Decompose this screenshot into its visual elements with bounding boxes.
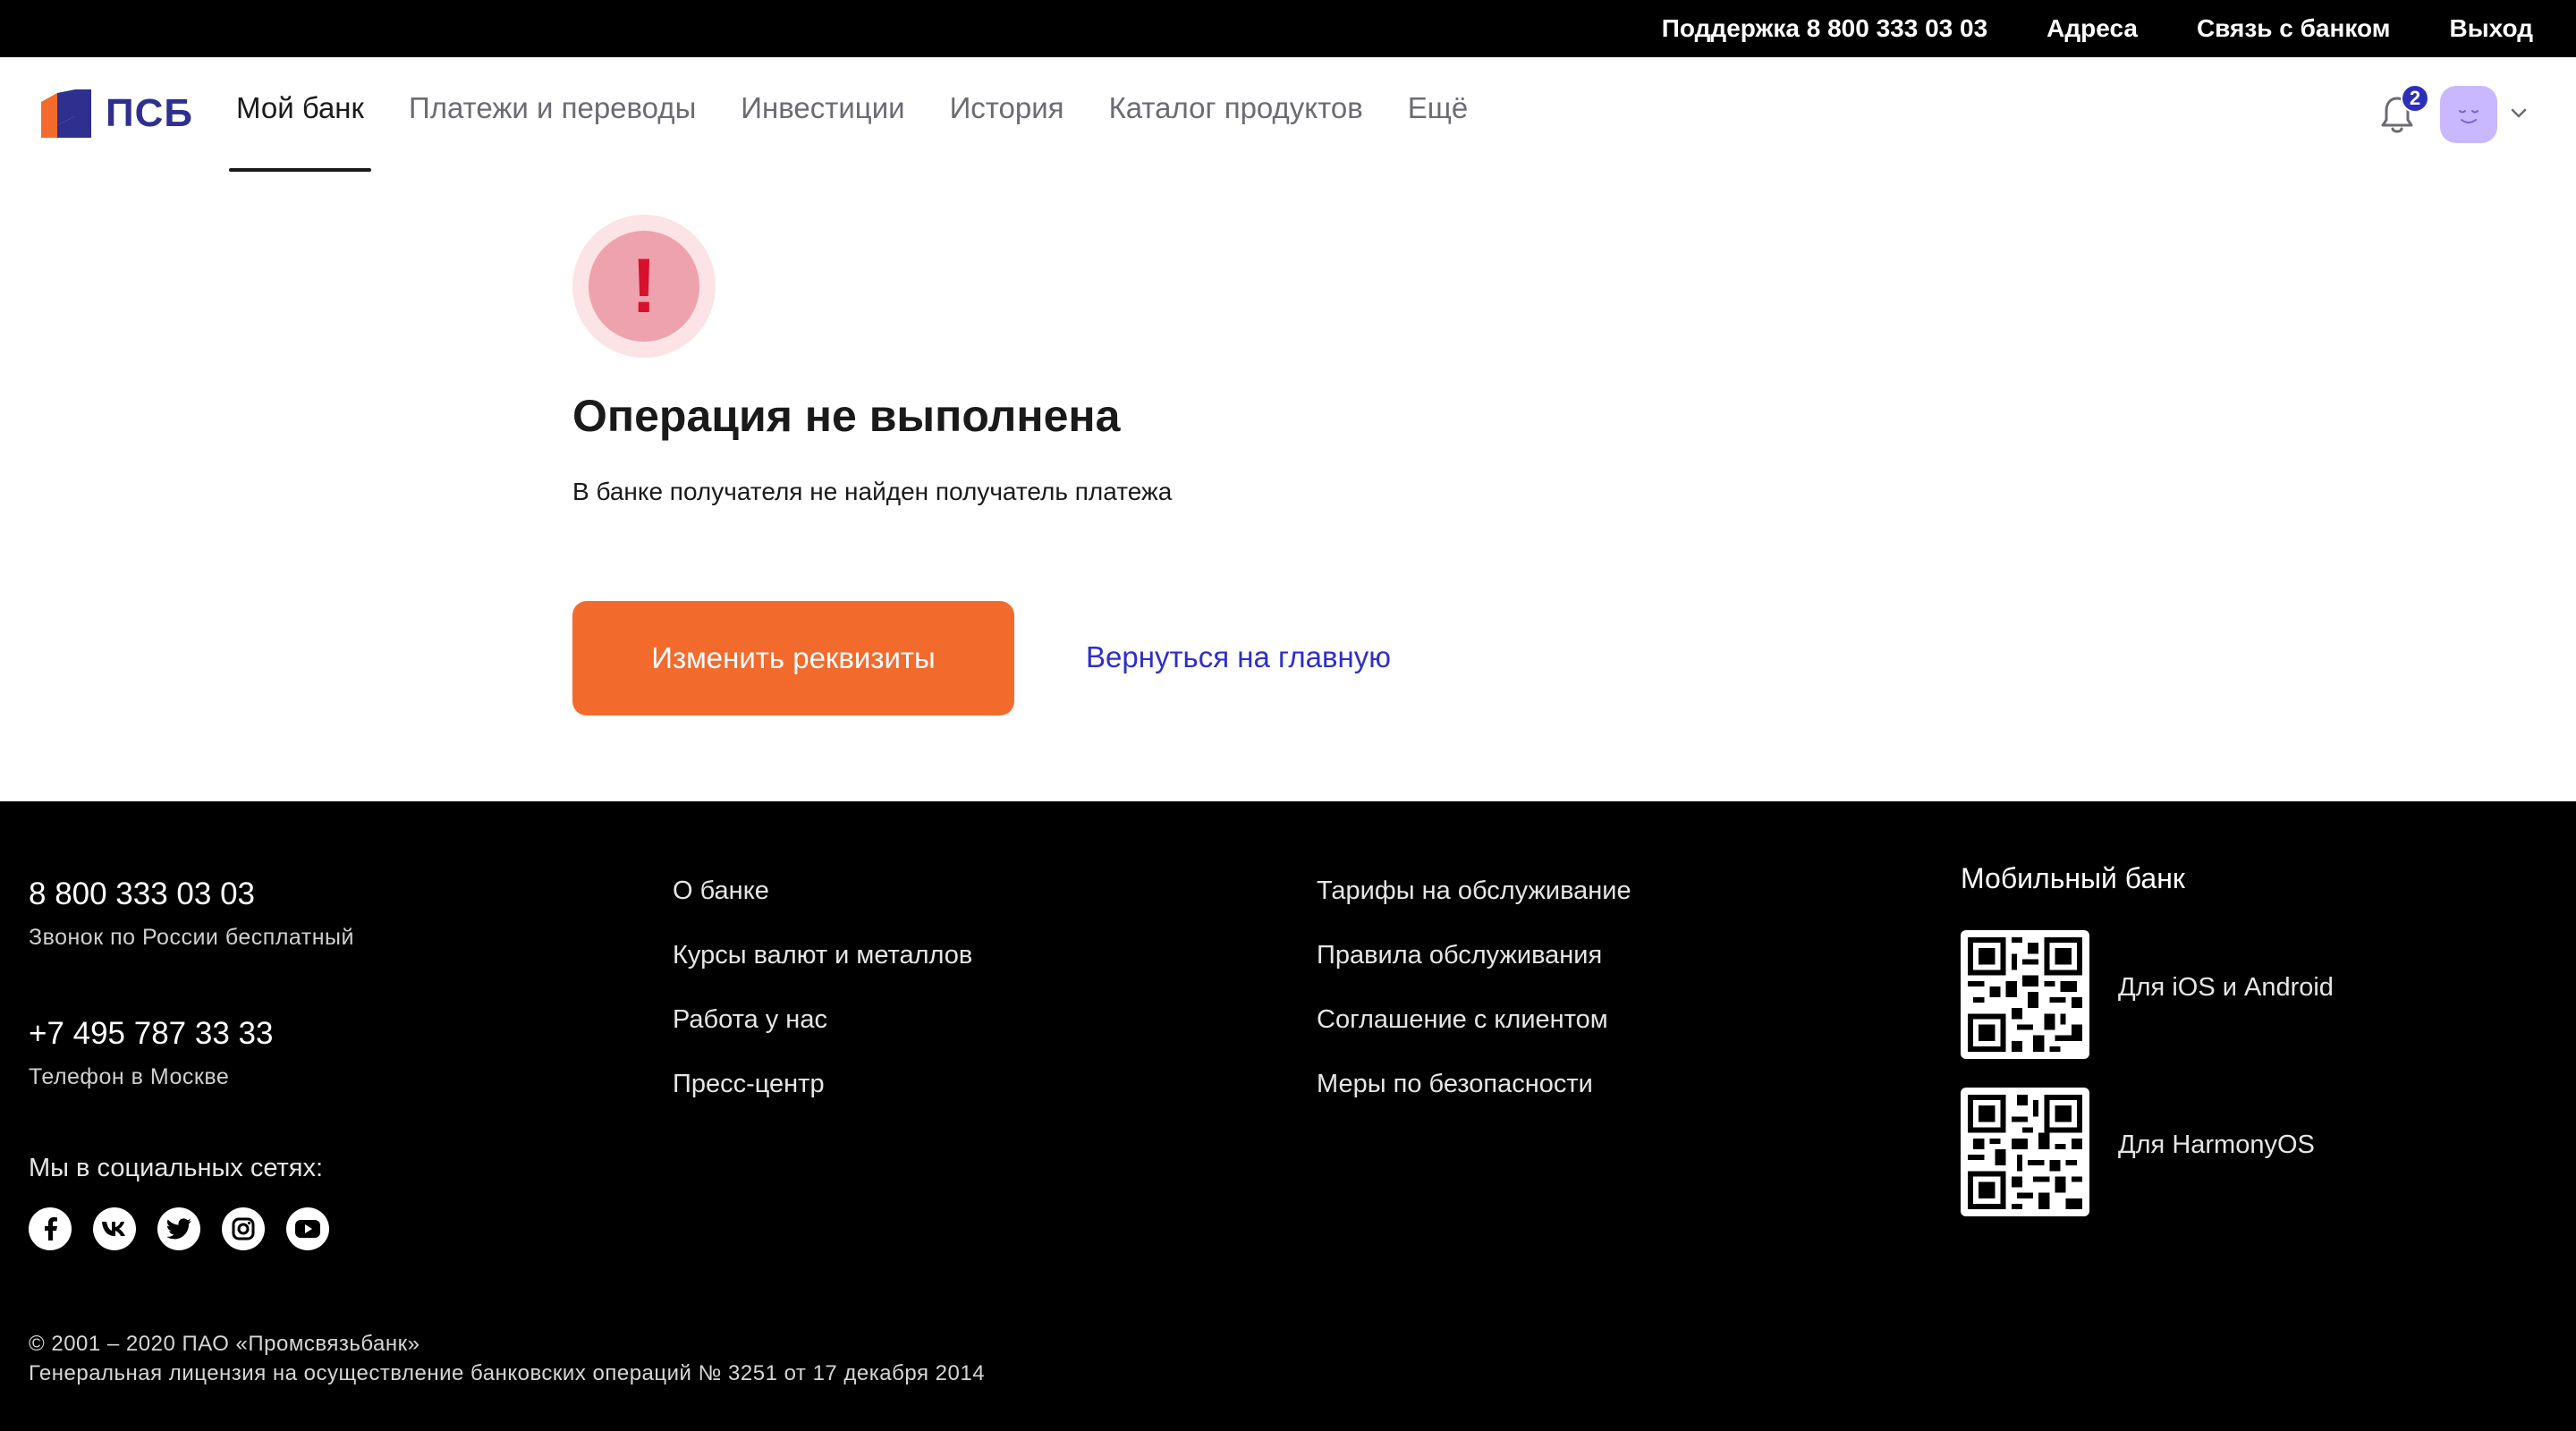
footer-links-column-1: О банке Курсы валют и металлов Работа у …	[673, 875, 972, 1100]
facebook-icon[interactable]	[29, 1207, 72, 1250]
smile-face-icon	[2459, 110, 2479, 123]
psb-logo-icon	[41, 89, 91, 138]
support-phone-link[interactable]: Поддержка 8 800 333 03 03	[1662, 14, 1987, 43]
qr-code-ios-android[interactable]	[1961, 930, 2089, 1059]
footer-phone-moscow[interactable]: +7 495 787 33 33	[29, 1016, 273, 1052]
nav-my-bank[interactable]: Мой банк	[229, 91, 371, 172]
footer-phone-russia-note: Звонок по России бесплатный	[29, 925, 354, 950]
footer-link-agreement[interactable]: Соглашение с клиентом	[1317, 1003, 1631, 1036]
qr-code-harmonyos[interactable]	[1961, 1088, 2089, 1216]
vk-icon[interactable]	[93, 1207, 136, 1250]
footer-link-press[interactable]: Пресс-центр	[673, 1068, 972, 1100]
footer-phone-moscow-note: Телефон в Москве	[29, 1064, 230, 1089]
footer-phone-russia[interactable]: 8 800 333 03 03	[29, 876, 255, 912]
avatar[interactable]	[2440, 86, 2497, 143]
nav-payments[interactable]: Платежи и переводы	[409, 91, 696, 172]
logo-text: ПСБ	[106, 91, 194, 135]
footer: 8 800 333 03 03 Звонок по России бесплат…	[0, 801, 2576, 1431]
mobile-bank-title: Мобильный банк	[1961, 862, 2185, 894]
error-title: Операция не выполнена	[572, 391, 1121, 441]
footer-link-careers[interactable]: Работа у нас	[673, 1003, 972, 1036]
social-title: Мы в социальных сетях:	[29, 1154, 324, 1182]
footer-link-security[interactable]: Меры по безопасности	[1317, 1068, 1631, 1100]
contact-bank-link[interactable]: Связь с банком	[2197, 14, 2391, 43]
back-to-home-link[interactable]: Вернуться на главную	[1086, 640, 1391, 674]
nav-investments[interactable]: Инвестиции	[741, 91, 904, 172]
copyright-line-2: Генеральная лицензия на осуществление ба…	[29, 1361, 986, 1385]
twitter-icon[interactable]	[157, 1207, 200, 1250]
top-bar: Поддержка 8 800 333 03 03 Адреса Связь с…	[0, 0, 2576, 57]
chevron-down-icon[interactable]	[2508, 102, 2529, 123]
addresses-link[interactable]: Адреса	[2046, 14, 2138, 43]
copyright-line-1: © 2001 – 2020 ПАО «Промсвязьбанк»	[29, 1332, 420, 1356]
nav-catalog[interactable]: Каталог продуктов	[1109, 91, 1363, 172]
error-description: В банке получателя не найден получатель …	[572, 478, 1173, 505]
notification-badge: 2	[2401, 84, 2429, 113]
instagram-icon[interactable]	[222, 1207, 265, 1250]
qr-label-harmonyos: Для HarmonyOS	[2118, 1130, 2315, 1159]
copyright: © 2001 – 2020 ПАО «Промсвязьбанк» Генера…	[29, 1329, 985, 1388]
footer-link-about[interactable]: О банке	[673, 875, 972, 907]
qr-label-ios-android: Для iOS и Android	[2118, 973, 2334, 1002]
change-details-button[interactable]: Изменить реквизиты	[572, 601, 1014, 716]
footer-link-tariffs[interactable]: Тарифы на обслуживание	[1317, 875, 1631, 907]
psb-logo[interactable]: ПСБ	[41, 89, 193, 138]
error-icon: !	[572, 215, 716, 358]
footer-link-rates[interactable]: Курсы валют и металлов	[673, 939, 972, 971]
footer-link-rules[interactable]: Правила обслуживания	[1317, 939, 1631, 971]
footer-links-column-2: Тарифы на обслуживание Правила обслужива…	[1317, 875, 1631, 1100]
exclamation-icon: !	[589, 231, 699, 342]
nav-more[interactable]: Ещё	[1408, 91, 1469, 172]
youtube-icon[interactable]	[286, 1207, 329, 1250]
social-links	[29, 1207, 329, 1250]
logout-link[interactable]: Выход	[2449, 14, 2533, 43]
main-content: ПСБ Мой банк Платежи и переводы Инвестиц…	[0, 57, 2576, 801]
nav-history[interactable]: История	[950, 91, 1064, 172]
main-nav: Мой банк Платежи и переводы Инвестиции И…	[229, 91, 1469, 172]
